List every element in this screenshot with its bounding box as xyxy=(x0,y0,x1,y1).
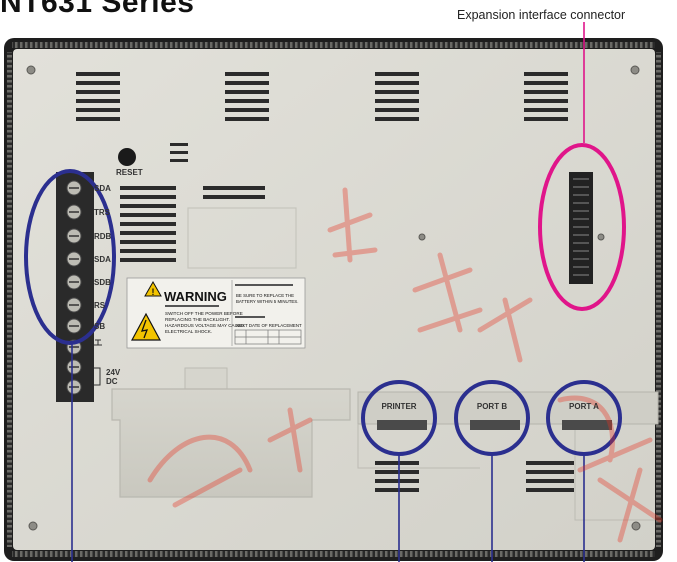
svg-text:BATTERY WITHIN 5 MINUTES.: BATTERY WITHIN 5 MINUTES. xyxy=(236,299,298,304)
svg-text:SWITCH OFF THE POWER BEFORE: SWITCH OFF THE POWER BEFORE xyxy=(165,311,243,316)
svg-text:ELECTRICAL SHOCK.: ELECTRICAL SHOCK. xyxy=(165,329,212,334)
svg-text:BE SURE TO REPLACE THE: BE SURE TO REPLACE THE xyxy=(236,293,294,298)
terminal-label: TRS xyxy=(94,208,111,217)
svg-text:HAZARDOUS VOLTAGE MAY CAUSE: HAZARDOUS VOLTAGE MAY CAUSE xyxy=(165,323,244,328)
reset-button xyxy=(118,148,136,166)
terminal-label: RDB xyxy=(94,232,112,241)
warning-heading: WARNING xyxy=(164,289,227,304)
screw xyxy=(631,521,641,531)
terminal-label: SDA xyxy=(94,255,111,264)
svg-text:NEXT DATE OF REPLACEMENT: NEXT DATE OF REPLACEMENT xyxy=(236,323,302,328)
port-b xyxy=(470,420,520,430)
port-a xyxy=(562,420,612,430)
printer-port xyxy=(377,420,427,430)
power-label: 24V xyxy=(106,368,121,377)
port-label: PORT A xyxy=(569,402,599,411)
terminal-label: SDB xyxy=(94,278,111,287)
terminal-label: RS xyxy=(94,301,106,310)
device-rear-photo: ! RESET SDA TRS RDB SDA SDB RS SB 24V DC… xyxy=(4,22,663,562)
reset-label: RESET xyxy=(116,168,143,177)
terminal-label: SDA xyxy=(94,184,111,193)
screw xyxy=(630,65,640,75)
port-label: PORT B xyxy=(477,402,507,411)
power-sub-label: DC xyxy=(106,377,118,386)
svg-text:REPLACING THE BACKLIGHT.: REPLACING THE BACKLIGHT. xyxy=(165,317,230,322)
port-label: PRINTER xyxy=(381,402,416,411)
terminal-label: SB xyxy=(94,322,105,331)
screw xyxy=(28,521,38,531)
screw xyxy=(26,65,36,75)
svg-text:!: ! xyxy=(152,287,155,297)
